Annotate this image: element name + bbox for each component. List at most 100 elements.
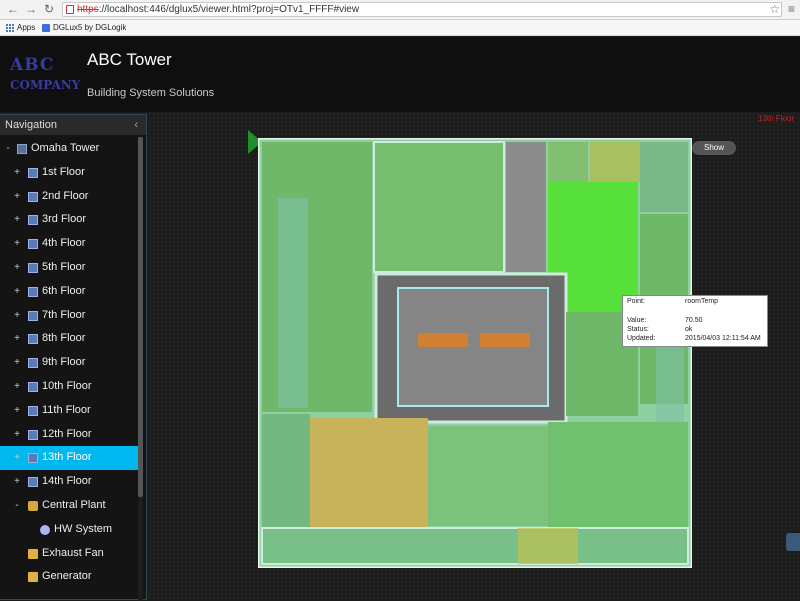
expand-icon[interactable]: + [13, 327, 21, 351]
logo-line2: COMPANY [10, 78, 81, 92]
tree-node-floor[interactable]: +10th Floor [0, 375, 138, 399]
zone-yellow[interactable] [310, 418, 428, 528]
tree-node-label: 9th Floor [42, 356, 86, 369]
expand-icon[interactable]: + [13, 351, 21, 375]
bookmarks-bar: Apps DGLux5 by DGLogik [0, 20, 800, 36]
tooltip-updated-label: Updated: [627, 335, 656, 342]
expand-icon[interactable]: + [13, 399, 21, 423]
tree-node-label: 8th Floor [42, 332, 86, 345]
elevator-1 [418, 333, 468, 347]
collapse-tree-icon[interactable]: - [13, 494, 21, 518]
tree-node-floor[interactable]: +5th Floor [0, 256, 138, 280]
expand-icon[interactable]: + [13, 232, 21, 256]
bookmark-apps[interactable]: Apps [6, 20, 35, 36]
tree-node-central-plant[interactable]: - Central Plant [0, 494, 138, 518]
floor-icon [28, 239, 38, 250]
tree-node-label: 4th Floor [42, 237, 86, 250]
expand-icon[interactable]: + [13, 375, 21, 399]
tree-node-floor[interactable]: +7th Floor [0, 304, 138, 328]
equipment-icon [28, 572, 38, 583]
logo-line1: ABC [10, 55, 55, 75]
floor-icon [28, 334, 38, 345]
address-bar[interactable]: https://localhost:446/dglux5/viewer.html… [62, 2, 782, 17]
navigation-title: Navigation [5, 119, 57, 131]
expand-icon[interactable]: + [13, 208, 21, 232]
floor-icon [28, 286, 38, 297]
collapse-tree-icon[interactable]: - [4, 137, 12, 161]
floor-icon [28, 381, 38, 392]
page-subtitle: Building System Solutions [87, 87, 215, 99]
tree-node-floor[interactable]: +14th Floor [0, 470, 138, 494]
zone-south-center [428, 426, 548, 526]
side-handle-icon[interactable] [786, 533, 800, 551]
tree-node-label: Exhaust Fan [42, 546, 104, 559]
zone-ne-2 [590, 142, 640, 182]
tree-node-floor[interactable]: +9th Floor [0, 351, 138, 375]
expand-icon[interactable]: + [13, 470, 21, 494]
tree-node-label: 7th Floor [42, 308, 86, 321]
tree-node-label: 5th Floor [42, 260, 86, 273]
zone-ne-3 [640, 142, 688, 212]
tree-node-floor[interactable]: +4th Floor [0, 232, 138, 256]
zone-south-yellow [518, 528, 578, 564]
floor-icon [28, 262, 38, 273]
tree-node-equipment[interactable]: Generator [0, 565, 138, 589]
tree-node-label: 6th Floor [42, 284, 86, 297]
floor-plan[interactable] [258, 138, 692, 568]
tree-node-floor[interactable]: +6th Floor [0, 280, 138, 304]
tree-node-plant-child[interactable]: HW System [0, 518, 138, 542]
collapse-icon[interactable]: ‹ [134, 115, 138, 135]
show-button[interactable]: Show [692, 141, 736, 155]
floor-icon [28, 191, 38, 202]
tree-node-label: 10th Floor [42, 379, 92, 392]
expand-icon[interactable]: + [13, 185, 21, 209]
bookmark-star-icon[interactable]: ☆ [769, 2, 780, 16]
tree-node-floor[interactable]: +2nd Floor [0, 185, 138, 209]
floor-icon [28, 167, 38, 178]
equipment-icon [28, 548, 38, 559]
reload-icon[interactable]: ↻ [42, 2, 56, 16]
bookmark-icon [42, 24, 50, 32]
page-title: ABC Tower [87, 50, 172, 69]
navigation-panel: Navigation ‹ - Omaha Tower +1st Floor +2nd … [0, 114, 147, 601]
tooltip-updated-value: 2015/04/03 12:11:54 AM [685, 335, 761, 342]
tree-node-floor[interactable]: +8th Floor [0, 327, 138, 351]
tree-node-label: HW System [54, 522, 113, 535]
tooltip-status-value: ok [685, 326, 693, 333]
tree-node-floor[interactable]: +12th Floor [0, 423, 138, 447]
floor-label: 13th Floor [758, 114, 795, 123]
tree-node-floor[interactable]: +3rd Floor [0, 208, 138, 232]
menu-icon[interactable]: ≡ [788, 2, 795, 16]
tree-node-floor[interactable]: +1st Floor [0, 161, 138, 185]
tooltip-point-label: Point: [627, 298, 645, 305]
tree-node-root[interactable]: - Omaha Tower [0, 137, 138, 161]
tree-node-label: 3rd Floor [42, 213, 87, 226]
tree-node-floor[interactable]: +13th Floor [0, 446, 138, 471]
tree-node-floor[interactable]: +11th Floor [0, 399, 138, 423]
bookmark-dglux[interactable]: DGLux5 by DGLogik [42, 20, 126, 36]
back-icon[interactable]: ← [6, 2, 20, 16]
expand-icon[interactable]: + [13, 161, 21, 185]
scrollbar[interactable] [138, 137, 143, 601]
plant-icon [28, 500, 38, 511]
tooltip-value-label: Value: [627, 317, 647, 324]
zone-se [548, 422, 688, 532]
floor-icon [28, 477, 38, 488]
expand-icon[interactable]: + [13, 423, 21, 447]
expand-icon[interactable]: + [13, 280, 21, 304]
scrollbar-thumb[interactable] [138, 137, 143, 497]
building-icon [17, 144, 27, 154]
insecure-lock-icon [66, 5, 74, 14]
expand-icon[interactable]: + [13, 304, 21, 328]
zone-north[interactable] [373, 141, 505, 273]
expand-icon[interactable]: + [13, 446, 21, 470]
forward-icon[interactable]: → [24, 2, 38, 16]
elevator-2 [480, 333, 530, 347]
company-logo: ABC COMPANY [10, 55, 80, 95]
url-text: ://localhost:446/dglux5/viewer.html?proj… [98, 4, 360, 15]
tree-node-label: Omaha Tower [31, 142, 100, 154]
floor-icon [28, 429, 38, 440]
expand-icon[interactable]: + [13, 256, 21, 280]
app-header: ABC COMPANY ABC Tower Building System So… [0, 37, 800, 112]
tree-node-equipment[interactable]: Exhaust Fan [0, 542, 138, 566]
